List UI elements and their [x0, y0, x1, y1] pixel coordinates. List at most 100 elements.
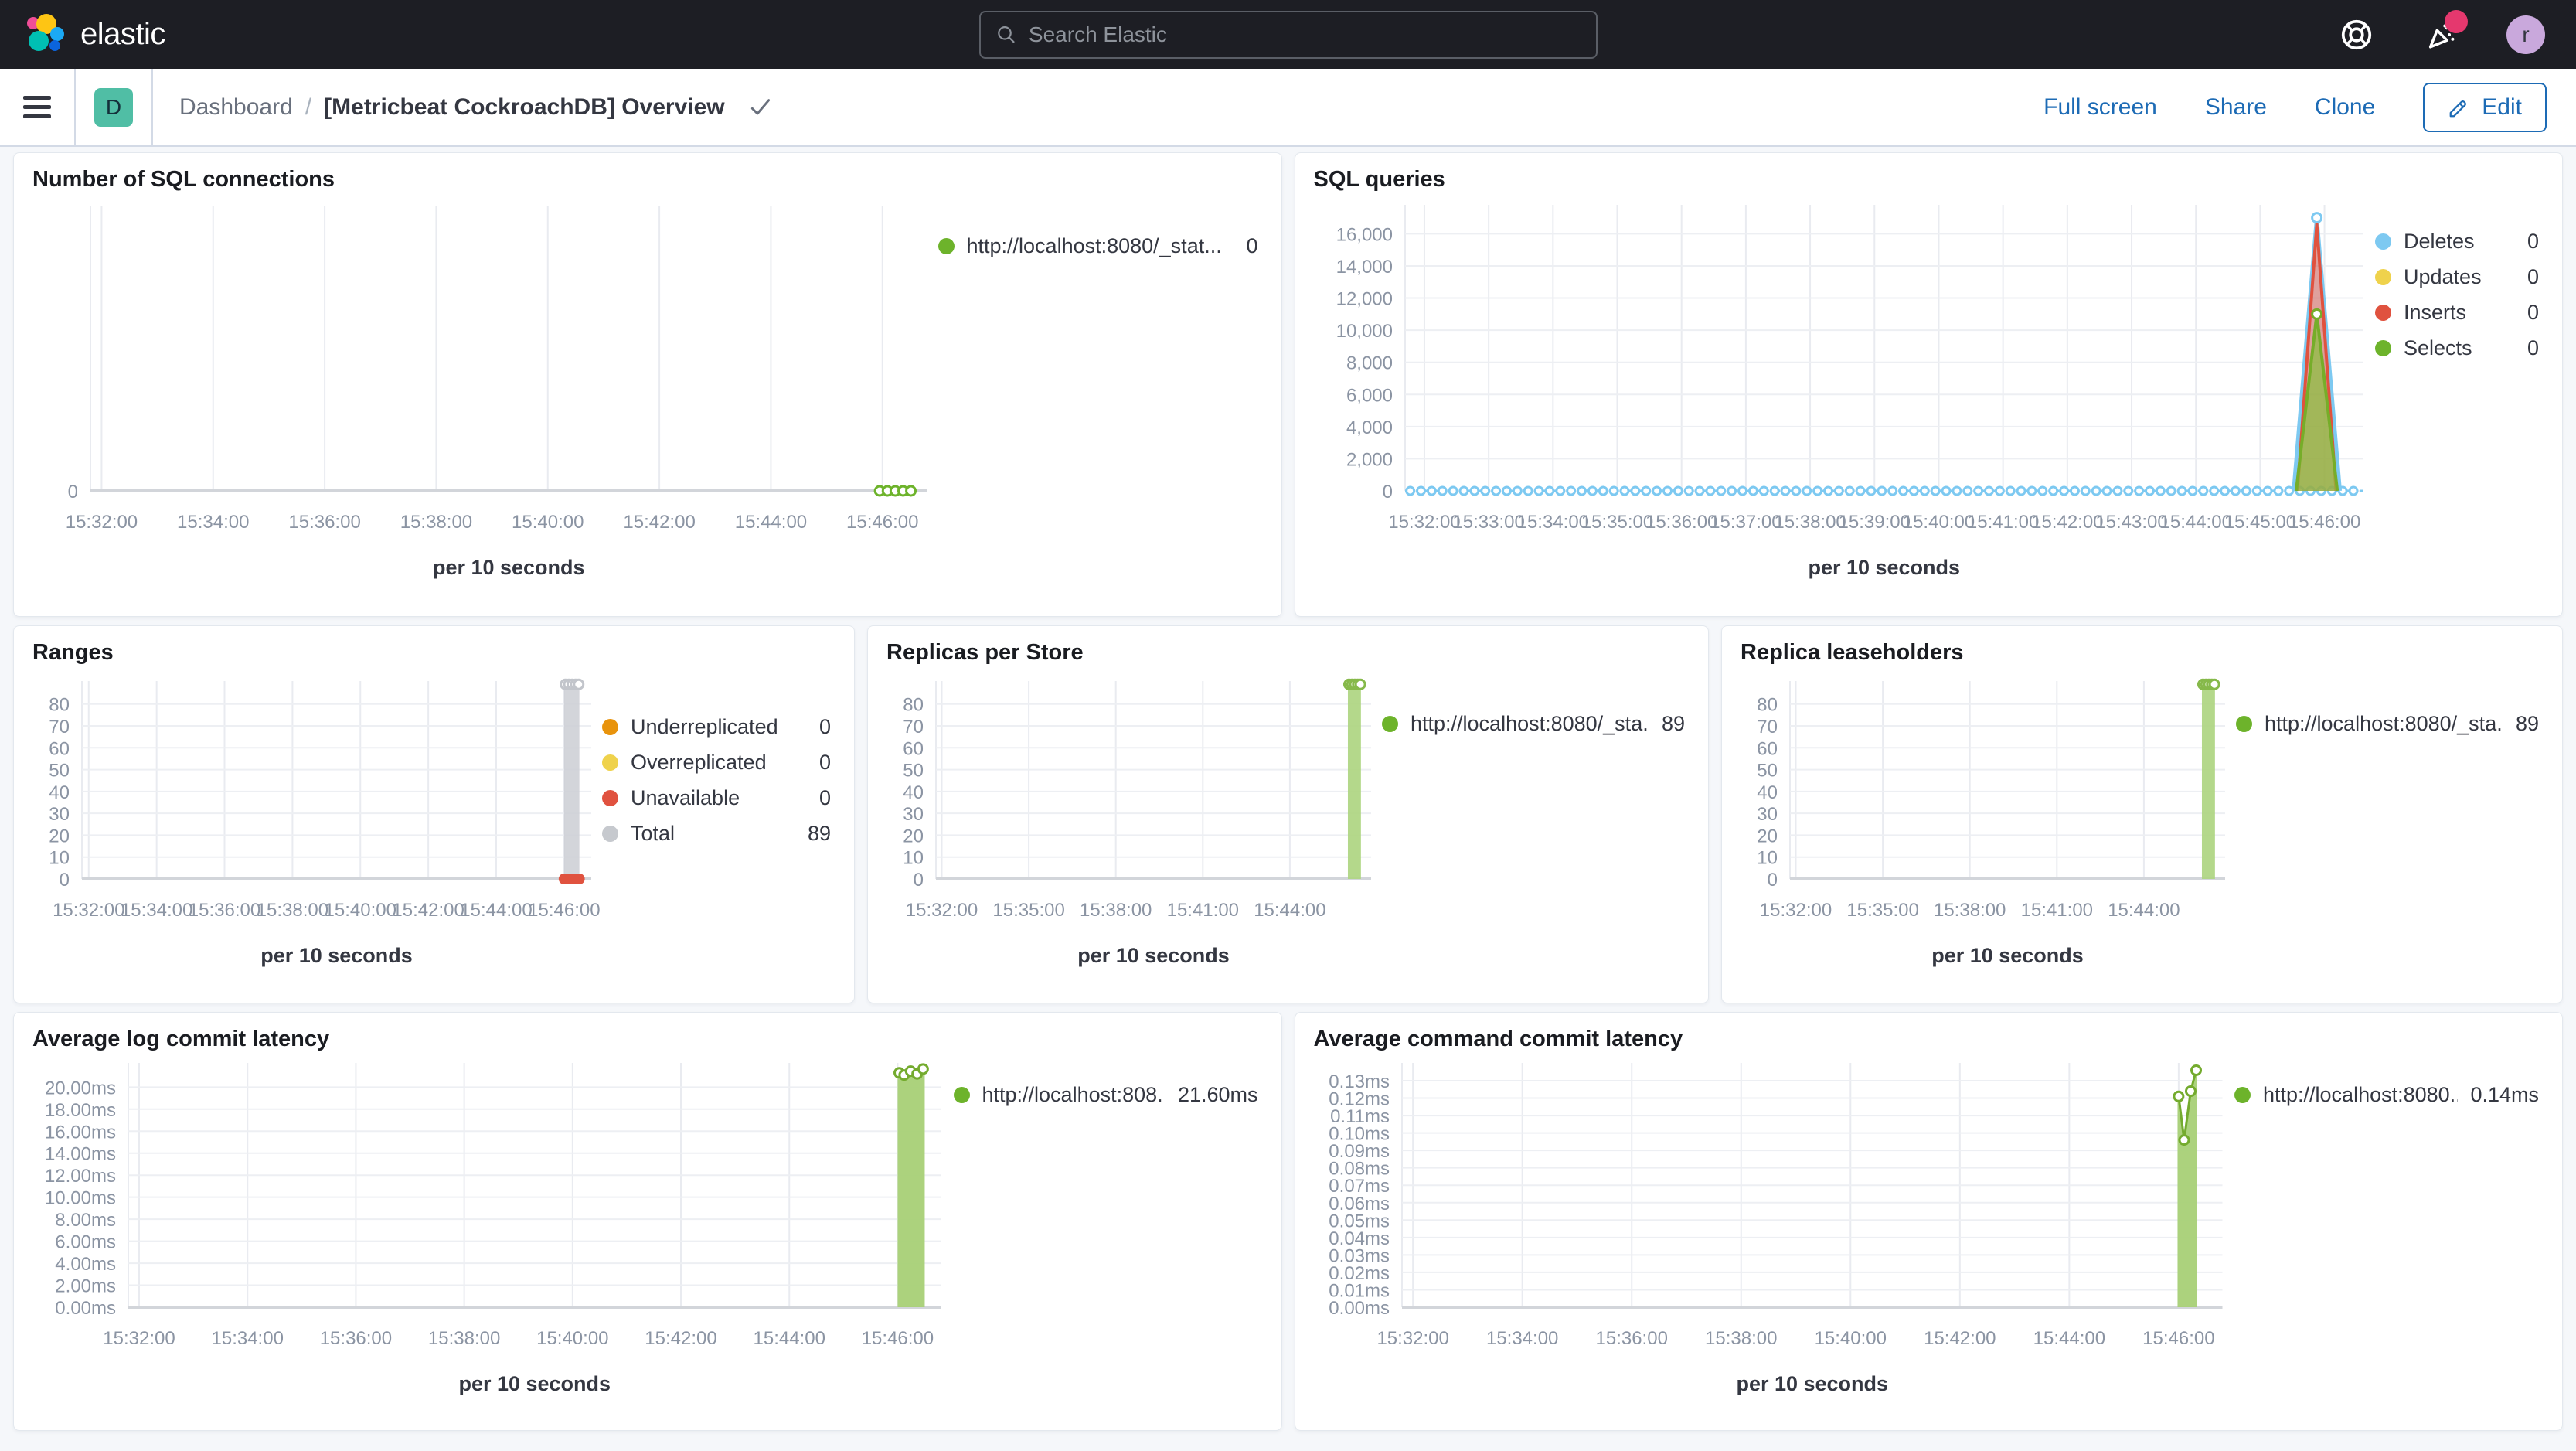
panel-average-log-commit-latency: Average log commit latency 15:32:00 15:34…	[13, 1012, 1282, 1431]
check-icon[interactable]	[748, 95, 773, 120]
clone-button[interactable]: Clone	[2315, 94, 2375, 121]
svg-text:15:32:00: 15:32:00	[1376, 1328, 1448, 1349]
user-avatar[interactable]: r	[2506, 15, 2545, 54]
dashboard-toolbar: D Dashboard / [Metricbeat CockroachDB] O…	[0, 69, 2576, 147]
legend-value: 89	[1661, 712, 1685, 735]
legend-value: 0	[2527, 301, 2539, 324]
chart-legend: Underreplicated 0 Overreplicated 0 Unavailab…	[602, 715, 835, 857]
legend-item[interactable]: Total 89	[602, 822, 831, 846]
svg-text:50: 50	[49, 761, 70, 782]
legend-item[interactable]: http://localhost:808... 21.60ms	[953, 1083, 1258, 1107]
avg-command-commit-latency-chart[interactable]: 15:32:00 15:34:00 15:36:00 15:38:00 15:40:00…	[1314, 1057, 2235, 1406]
svg-text:15:41:00: 15:41:00	[1167, 900, 1239, 921]
legend-item[interactable]: Underreplicated 0	[602, 715, 831, 739]
full-screen-button[interactable]: Full screen	[2043, 94, 2157, 121]
svg-text:18.00ms: 18.00ms	[45, 1100, 116, 1121]
pencil-icon	[2449, 100, 2467, 117]
legend-swatch-icon	[2234, 1087, 2251, 1103]
legend-value: 89	[807, 822, 831, 845]
sql-queries-chart[interactable]: 15:32:0015:33:0015:34:0015:35:0015:36:00…	[1314, 197, 2376, 590]
svg-text:15:32:00: 15:32:00	[103, 1328, 175, 1349]
legend-swatch-icon	[2375, 269, 2391, 285]
ranges-chart[interactable]: 15:32:0015:34:0015:36:0015:38:0015:40:00…	[32, 670, 602, 978]
panel-title: Number of SQL connections	[32, 167, 335, 192]
svg-text:15:39:00: 15:39:00	[1838, 512, 1910, 533]
svg-text:15:44:00: 15:44:00	[2159, 512, 2231, 533]
legend-label: Selects	[2404, 336, 2472, 359]
help-icon[interactable]	[2336, 15, 2377, 55]
legend-item[interactable]: Unavailable 0	[602, 786, 831, 810]
svg-text:8.00ms: 8.00ms	[55, 1210, 116, 1231]
breadcrumb: Dashboard / [Metricbeat CockroachDB] Ove…	[153, 94, 773, 121]
svg-text:16.00ms: 16.00ms	[45, 1122, 116, 1143]
chart-legend: http://localhost:8080... 0.14ms	[2234, 1083, 2544, 1119]
legend-label: http://localhost:808...	[982, 1083, 1165, 1106]
edit-button[interactable]: Edit	[2423, 82, 2547, 132]
elastic-brand[interactable]: elastic	[0, 13, 165, 56]
svg-text:0: 0	[914, 870, 924, 891]
legend-item[interactable]: Overreplicated 0	[602, 751, 831, 775]
svg-text:70: 70	[1757, 717, 1778, 737]
legend-value: 0.14ms	[2470, 1083, 2539, 1106]
legend-item[interactable]: http://localhost:8080... 0.14ms	[2234, 1083, 2539, 1107]
dashboard-grid: Number of SQL connections 15:32:00 15:34:…	[0, 147, 2576, 1444]
legend-value: 89	[2515, 712, 2539, 735]
svg-text:15:36:00: 15:36:00	[288, 512, 360, 533]
replicas-per-store-chart[interactable]: 15:32:00 15:35:00 15:38:00 15:41:00 15:44:00…	[886, 670, 1382, 978]
chart-legend: http://localhost:808... 21.60ms	[953, 1083, 1263, 1119]
hamburger-bars	[23, 90, 51, 124]
svg-text:15:38:00: 15:38:00	[257, 900, 328, 921]
breadcrumb-dashboard-link[interactable]: Dashboard	[179, 94, 293, 121]
svg-text:15:35:00: 15:35:00	[1581, 512, 1652, 533]
svg-text:15:34:00: 15:34:00	[121, 900, 192, 921]
svg-text:20: 20	[1757, 826, 1778, 846]
legend-item[interactable]: Updates 0	[2375, 265, 2539, 289]
svg-text:0: 0	[1382, 482, 1392, 502]
svg-text:15:44:00: 15:44:00	[1254, 900, 1325, 921]
share-button[interactable]: Share	[2205, 94, 2267, 121]
panel-title: SQL queries	[1313, 167, 1445, 192]
svg-text:15:33:00: 15:33:00	[1452, 512, 1524, 533]
svg-text:10.00ms: 10.00ms	[45, 1188, 116, 1209]
svg-text:80: 80	[903, 695, 924, 716]
avg-log-commit-latency-chart[interactable]: 15:32:00 15:34:00 15:36:00 15:38:00 15:40:00…	[32, 1057, 954, 1406]
svg-text:15:44:00: 15:44:00	[754, 1328, 825, 1349]
chart-legend: http://localhost:8080/_sta... 89	[1382, 712, 1690, 748]
svg-text:0.13ms: 0.13ms	[1329, 1071, 1390, 1092]
svg-text:40: 40	[1757, 782, 1778, 803]
svg-text:70: 70	[903, 717, 924, 737]
svg-text:15:42:00: 15:42:00	[1924, 1328, 1996, 1349]
dashboard-badge[interactable]: D	[94, 87, 133, 127]
panel-title: Ranges	[32, 640, 114, 665]
legend-value: 21.60ms	[1177, 1083, 1258, 1106]
search-input[interactable]	[1028, 22, 1581, 47]
svg-text:30: 30	[1757, 804, 1778, 825]
panel-average-command-commit-latency: Average command commit latency 15:32:00 1…	[1294, 1012, 2563, 1431]
sql-connections-chart[interactable]: 15:32:00 15:34:00 15:36:00 15:38:00 15:40:00…	[32, 197, 938, 590]
legend-label: Unavailable	[631, 786, 740, 809]
replica-leaseholders-chart[interactable]: 15:32:00 15:35:00 15:38:00 15:41:00 15:44:00…	[1741, 670, 2236, 978]
elastic-logo-icon	[27, 13, 64, 51]
menu-icon[interactable]	[0, 69, 74, 145]
legend-item[interactable]: http://localhost:8080/_sta... 89	[2236, 712, 2539, 736]
legend-swatch-icon	[2236, 716, 2252, 732]
legend-item[interactable]: Selects 0	[2375, 336, 2539, 360]
legend-label: Inserts	[2404, 301, 2467, 324]
legend-item[interactable]: Inserts 0	[2375, 301, 2539, 325]
svg-text:per 10 seconds: per 10 seconds	[1808, 556, 1960, 579]
svg-text:10: 10	[1757, 848, 1778, 869]
legend-item[interactable]: http://localhost:8080/_stat... 0	[938, 234, 1258, 258]
legend-item[interactable]: http://localhost:8080/_sta... 89	[1382, 712, 1685, 736]
kibana-dashboard-page: elastic Search Elastic r D Dashboard / […	[0, 0, 2576, 1451]
svg-text:60: 60	[49, 738, 70, 759]
legend-item[interactable]: Deletes 0	[2375, 230, 2539, 254]
svg-text:per 10 seconds: per 10 seconds	[433, 556, 585, 579]
news-feed-icon[interactable]	[2421, 9, 2468, 55]
global-search	[978, 10, 1598, 59]
svg-text:10: 10	[49, 848, 70, 869]
svg-text:6,000: 6,000	[1346, 385, 1392, 406]
svg-text:6.00ms: 6.00ms	[55, 1232, 116, 1253]
legend-value: 0	[2527, 265, 2539, 288]
svg-text:per 10 seconds: per 10 seconds	[1077, 944, 1230, 967]
edit-button-label: Edit	[2482, 94, 2522, 120]
